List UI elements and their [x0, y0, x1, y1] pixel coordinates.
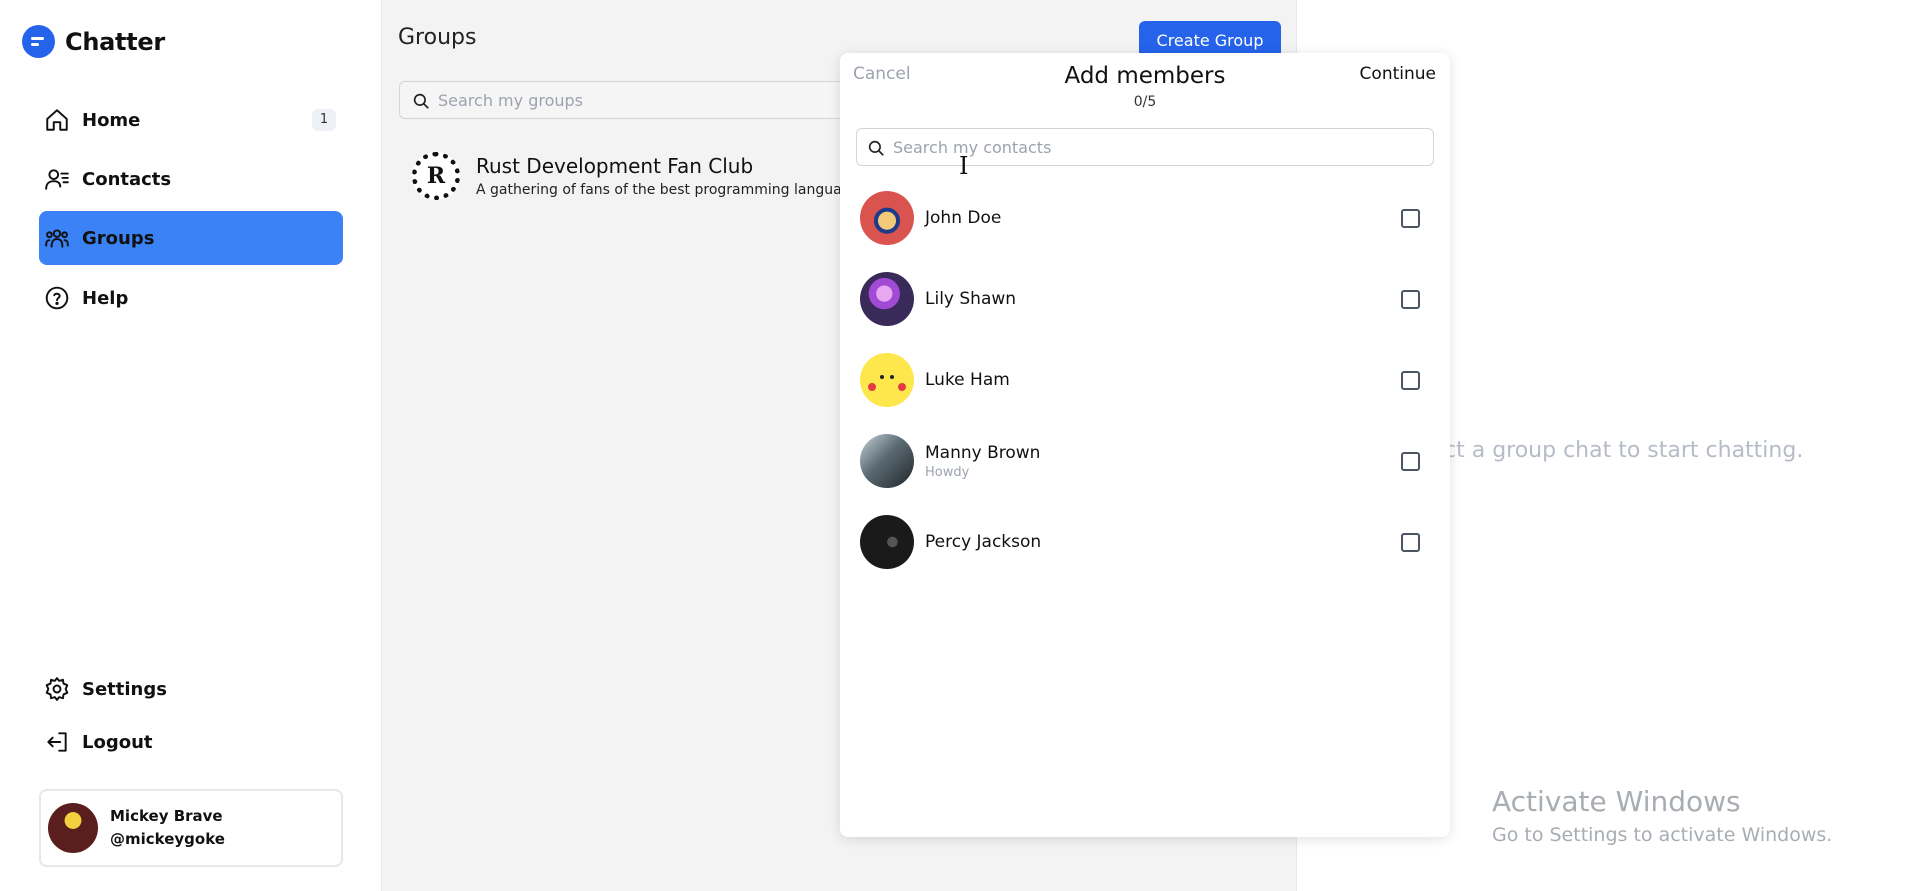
- sidebar-item-label: Contacts: [82, 168, 172, 190]
- avatar: [860, 191, 914, 245]
- watermark-subtitle: Go to Settings to activate Windows.: [1492, 824, 1833, 846]
- group-description: A gathering of fans of the best programm…: [476, 182, 851, 198]
- chatter-logo-icon: [22, 25, 55, 58]
- contact-row[interactable]: John Doe: [860, 190, 1430, 246]
- contact-checkbox[interactable]: [1401, 209, 1420, 228]
- profile-handle: @mickeygoke: [110, 830, 225, 848]
- contact-name: Lily Shawn: [925, 289, 1017, 309]
- contact-info: Lily Shawn: [914, 289, 1016, 309]
- help-icon: [45, 286, 69, 310]
- contact-name: Percy Jackson: [925, 532, 1042, 552]
- app-name: Chatter: [65, 27, 165, 56]
- avatar: [860, 272, 914, 326]
- sidebar-item-help[interactable]: Help: [39, 271, 343, 325]
- contact-info: Manny Brown Howdy: [914, 443, 1040, 480]
- search-placeholder: Search my groups: [438, 90, 583, 110]
- brand[interactable]: Chatter: [22, 25, 165, 58]
- profile-text: Mickey Brave @mickeygoke: [110, 805, 225, 851]
- contact-name: Manny Brown: [925, 442, 1041, 463]
- watermark-title: Activate Windows: [1492, 785, 1741, 818]
- list-item[interactable]: R Rust Development Fan Club A gathering …: [412, 152, 851, 200]
- contact-status: Howdy: [925, 464, 970, 480]
- page-title: Groups: [398, 25, 477, 50]
- gear-icon: [45, 677, 69, 701]
- windows-activation-watermark: Activate Windows Go to Settings to activ…: [1492, 785, 1832, 846]
- sidebar-item-logout[interactable]: Logout: [39, 715, 343, 769]
- avatar: [860, 353, 914, 407]
- contact-checkbox[interactable]: [1401, 371, 1420, 390]
- logout-icon: [47, 732, 67, 752]
- contact-name: Luke Ham: [925, 370, 1010, 390]
- contact-info: John Doe: [914, 208, 1001, 228]
- contact-name: John Doe: [925, 208, 1002, 228]
- add-members-modal: Cancel Add members 0/5 Continue Search m…: [840, 53, 1450, 837]
- selected-count: 0/5: [1133, 94, 1157, 110]
- contact-search-input[interactable]: Search my contacts: [856, 128, 1434, 166]
- avatar: [48, 803, 98, 853]
- sidebar-item-label: Home: [82, 109, 141, 131]
- rust-logo-icon: R: [412, 152, 460, 200]
- profile-name: Mickey Brave: [110, 807, 223, 825]
- sidebar-item-label: Groups: [82, 227, 155, 249]
- contact-checkbox[interactable]: [1401, 290, 1420, 309]
- contact-checkbox[interactable]: [1401, 452, 1420, 471]
- sidebar-item-contacts[interactable]: Contacts: [39, 152, 343, 206]
- sidebar-item-label: Help: [82, 287, 129, 309]
- user-profile-card[interactable]: Mickey Brave @mickeygoke: [39, 789, 343, 867]
- modal-title: Add members: [1064, 63, 1226, 89]
- sidebar-item-label: Settings: [82, 678, 167, 700]
- contact-info: Luke Ham: [914, 370, 1010, 390]
- contacts-icon: [45, 169, 69, 190]
- sidebar-item-settings[interactable]: Settings: [39, 662, 343, 716]
- contact-row[interactable]: Lily Shawn: [860, 271, 1430, 327]
- sidebar-item-groups[interactable]: Groups: [39, 211, 343, 265]
- groups-icon: [45, 229, 69, 248]
- text-cursor-icon: I: [959, 152, 969, 180]
- search-icon: [413, 93, 429, 109]
- avatar: [860, 434, 914, 488]
- contact-checkbox[interactable]: [1401, 533, 1420, 552]
- search-icon: [868, 140, 884, 156]
- sidebar-item-label: Logout: [82, 731, 153, 753]
- contact-row[interactable]: Percy Jackson: [860, 514, 1430, 570]
- group-info: Rust Development Fan Club A gathering of…: [476, 154, 851, 198]
- home-icon: [46, 109, 68, 131]
- contact-info: Percy Jackson: [914, 532, 1041, 552]
- contact-row[interactable]: Luke Ham: [860, 352, 1430, 408]
- continue-button[interactable]: Continue: [1360, 64, 1436, 84]
- search-placeholder: Search my contacts: [893, 137, 1052, 157]
- contact-row[interactable]: Manny Brown Howdy: [860, 433, 1430, 489]
- notification-badge: 1: [312, 109, 336, 131]
- group-name: Rust Development Fan Club: [476, 154, 754, 178]
- avatar: [860, 515, 914, 569]
- empty-state-message: ct a group chat to start chatting.: [1444, 438, 1804, 463]
- sidebar: Chatter Home 1 Contacts Groups Help Sett…: [0, 0, 382, 891]
- sidebar-item-home[interactable]: Home 1: [39, 93, 343, 147]
